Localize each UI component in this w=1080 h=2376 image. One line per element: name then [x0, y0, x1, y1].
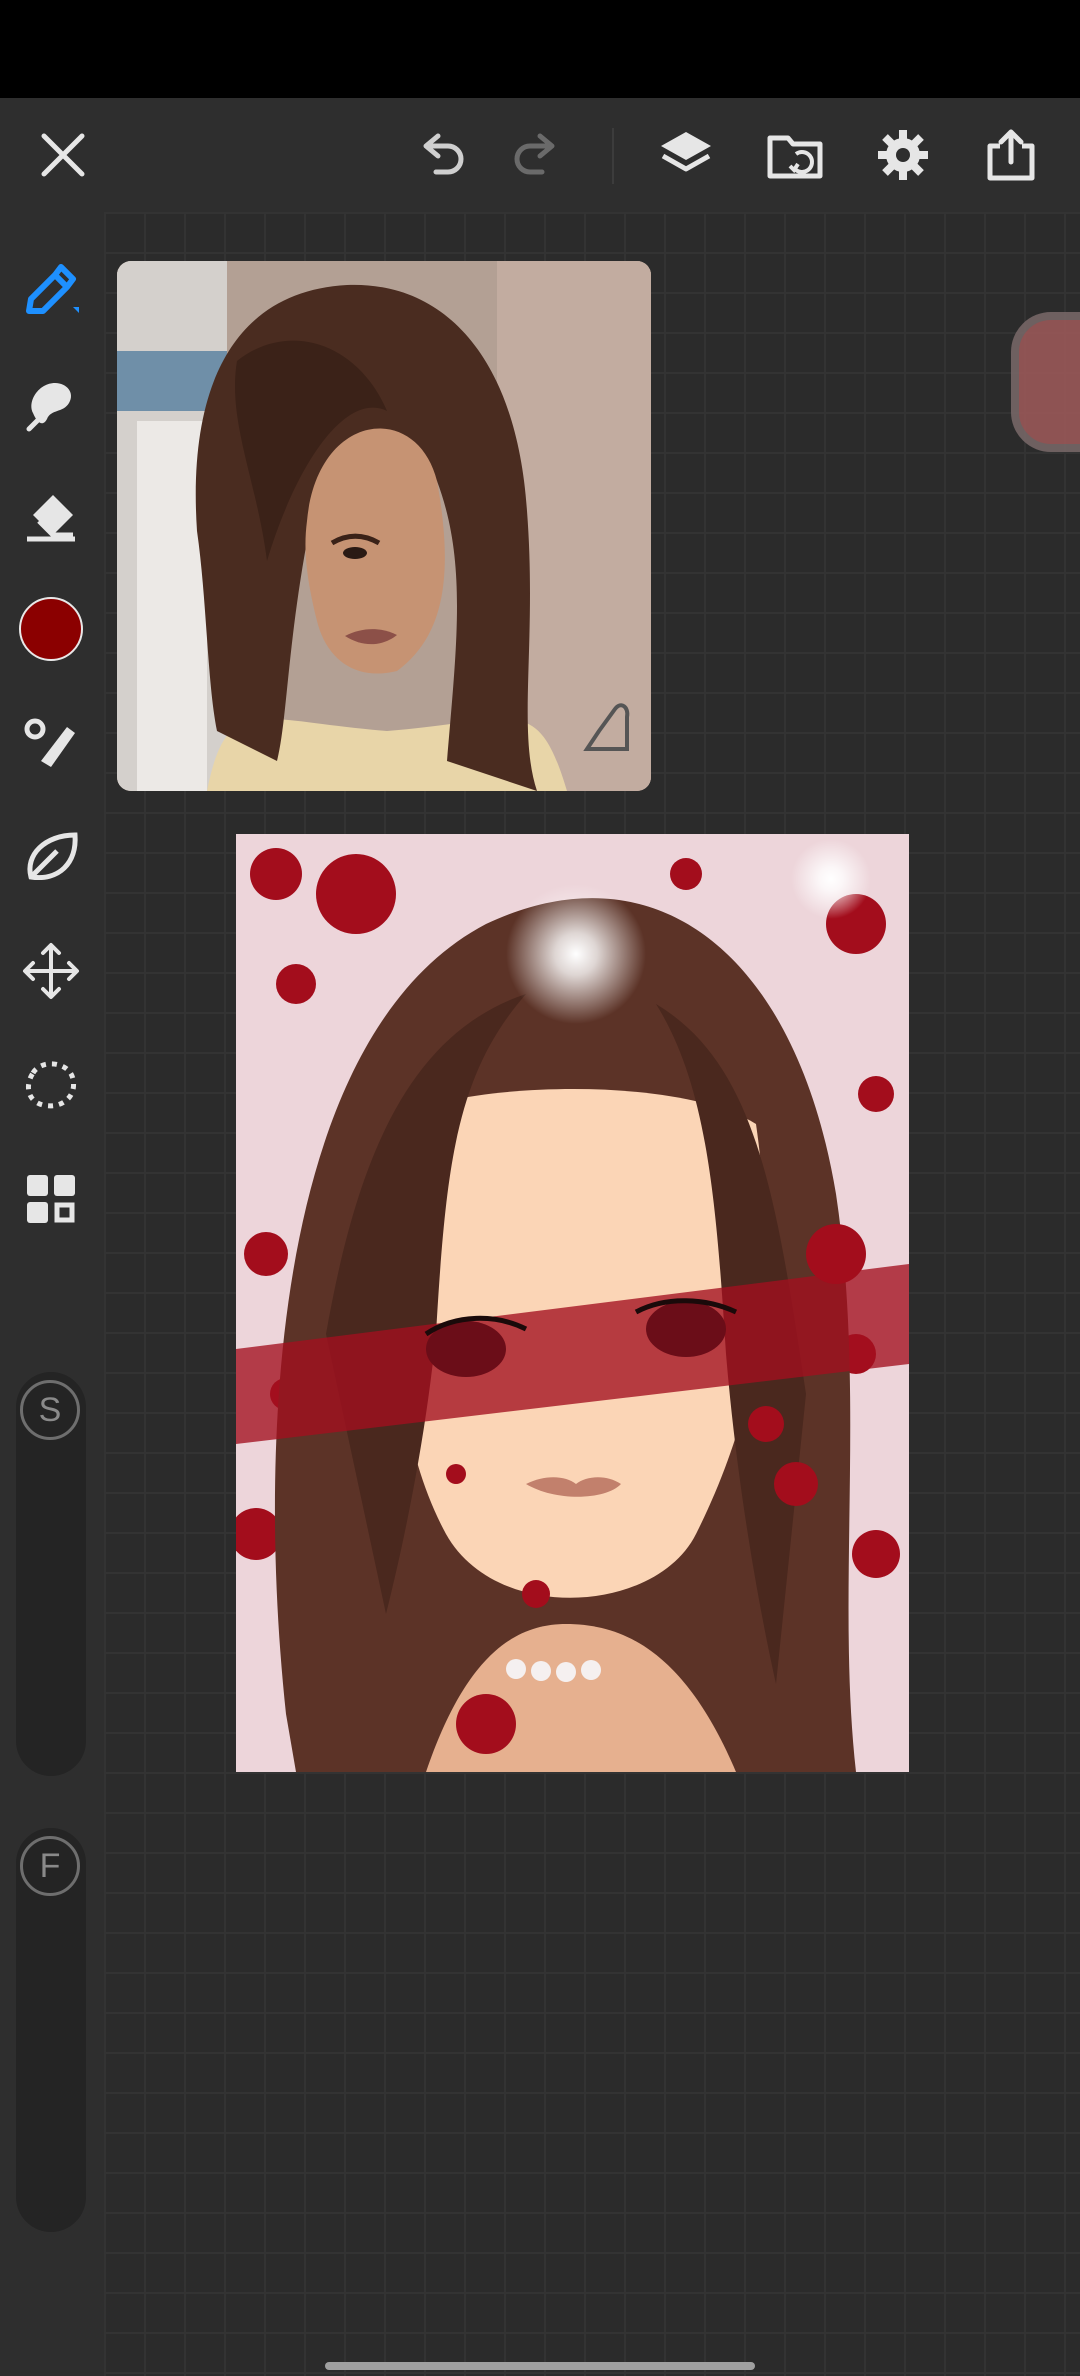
size-slider-knob[interactable]: S: [20, 1380, 80, 1440]
smudge-icon[interactable]: [16, 368, 86, 438]
reference-side-handle[interactable]: [1011, 312, 1080, 452]
layers-icon[interactable]: [653, 122, 719, 188]
status-bar: [0, 0, 1080, 98]
toolbar-divider: [612, 128, 614, 184]
gallery-icon[interactable]: [16, 1164, 86, 1234]
import-icon[interactable]: [762, 122, 828, 188]
eraser-icon[interactable]: [16, 482, 86, 552]
reference-window[interactable]: [117, 261, 651, 791]
share-icon[interactable]: [978, 122, 1044, 188]
tool-sidebar: S F: [0, 212, 104, 2376]
home-indicator[interactable]: [325, 2362, 755, 2370]
size-slider[interactable]: S: [16, 1372, 86, 1776]
liquify-icon[interactable]: [16, 822, 86, 892]
reference-image: [117, 261, 651, 791]
selection-icon[interactable]: [16, 1050, 86, 1120]
settings-icon[interactable]: [870, 122, 936, 188]
undo-icon[interactable]: [408, 122, 474, 188]
transform-icon[interactable]: [16, 936, 86, 1006]
artwork-canvas[interactable]: [236, 834, 909, 1772]
painting: [236, 834, 909, 1772]
mixer-icon[interactable]: [16, 708, 86, 778]
color-swatch[interactable]: [19, 597, 83, 661]
opacity-slider-knob[interactable]: F: [20, 1836, 80, 1896]
redo-icon[interactable]: [504, 122, 570, 188]
brush-icon[interactable]: [16, 252, 86, 322]
opacity-slider[interactable]: F: [16, 1828, 86, 2232]
top-toolbar: [0, 98, 1080, 212]
close-icon[interactable]: [30, 122, 96, 188]
